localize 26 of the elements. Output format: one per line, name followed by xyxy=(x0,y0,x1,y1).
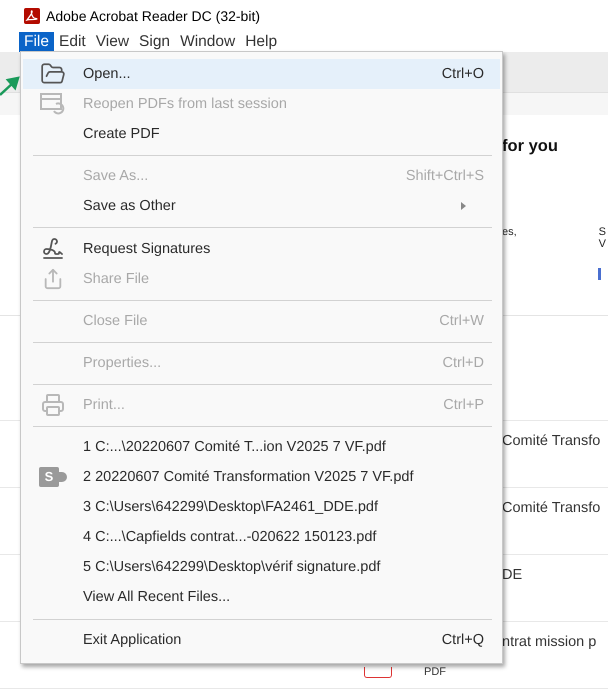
card-text: S xyxy=(598,226,606,238)
menu-bar-item[interactable]: Edit xyxy=(54,32,91,52)
card-text: V xyxy=(598,238,606,250)
menu-bar-item[interactable]: Window xyxy=(175,32,240,52)
menu-item[interactable]: Save as Other xyxy=(23,191,500,222)
file-name: Comité Transfo xyxy=(502,433,602,449)
window-title: Adobe Acrobat Reader DC (32-bit) xyxy=(46,8,260,24)
menu-item[interactable]: View All Recent Files... xyxy=(23,582,500,612)
menu-bar-item[interactable]: View xyxy=(90,32,134,52)
file-name: DE xyxy=(502,567,524,583)
section-heading: for you xyxy=(502,137,559,156)
menu-item[interactable]: 5 C:\Users\642299\Desktop\vérif signature.pdf xyxy=(23,552,500,582)
menu-item[interactable]: 3 C:\Users\642299\Desktop\FA2461_DDE.pdf xyxy=(23,492,500,522)
menu-bar-item[interactable]: Help xyxy=(240,32,282,52)
menu-item[interactable]: Open... Ctrl+O xyxy=(23,59,500,90)
menu-bar-item[interactable]: File xyxy=(19,32,54,52)
menu-item[interactable]: 1 C:...\20220607 Comité T...ion V2025 7 VF.pdf xyxy=(23,432,500,462)
menu-item[interactable]: Create PDF xyxy=(23,119,500,150)
menu-item[interactable]: 4 C:...\Capfields contrat...-020622 150123.pdf xyxy=(23,522,500,552)
menu-item[interactable]: S 2 20220607 Comité Transformation V2025 7 VF.pdf xyxy=(23,462,500,492)
file-type: PDF xyxy=(424,666,446,678)
menu-bar-item[interactable]: Sign xyxy=(134,32,176,52)
file-name: Comité Transfo xyxy=(502,500,602,516)
file-name: ntrat mission p xyxy=(502,634,598,650)
menu-item[interactable]: Request Signatures xyxy=(23,233,500,264)
menu-item[interactable]: Exit Application Ctrl+Q xyxy=(23,624,500,655)
